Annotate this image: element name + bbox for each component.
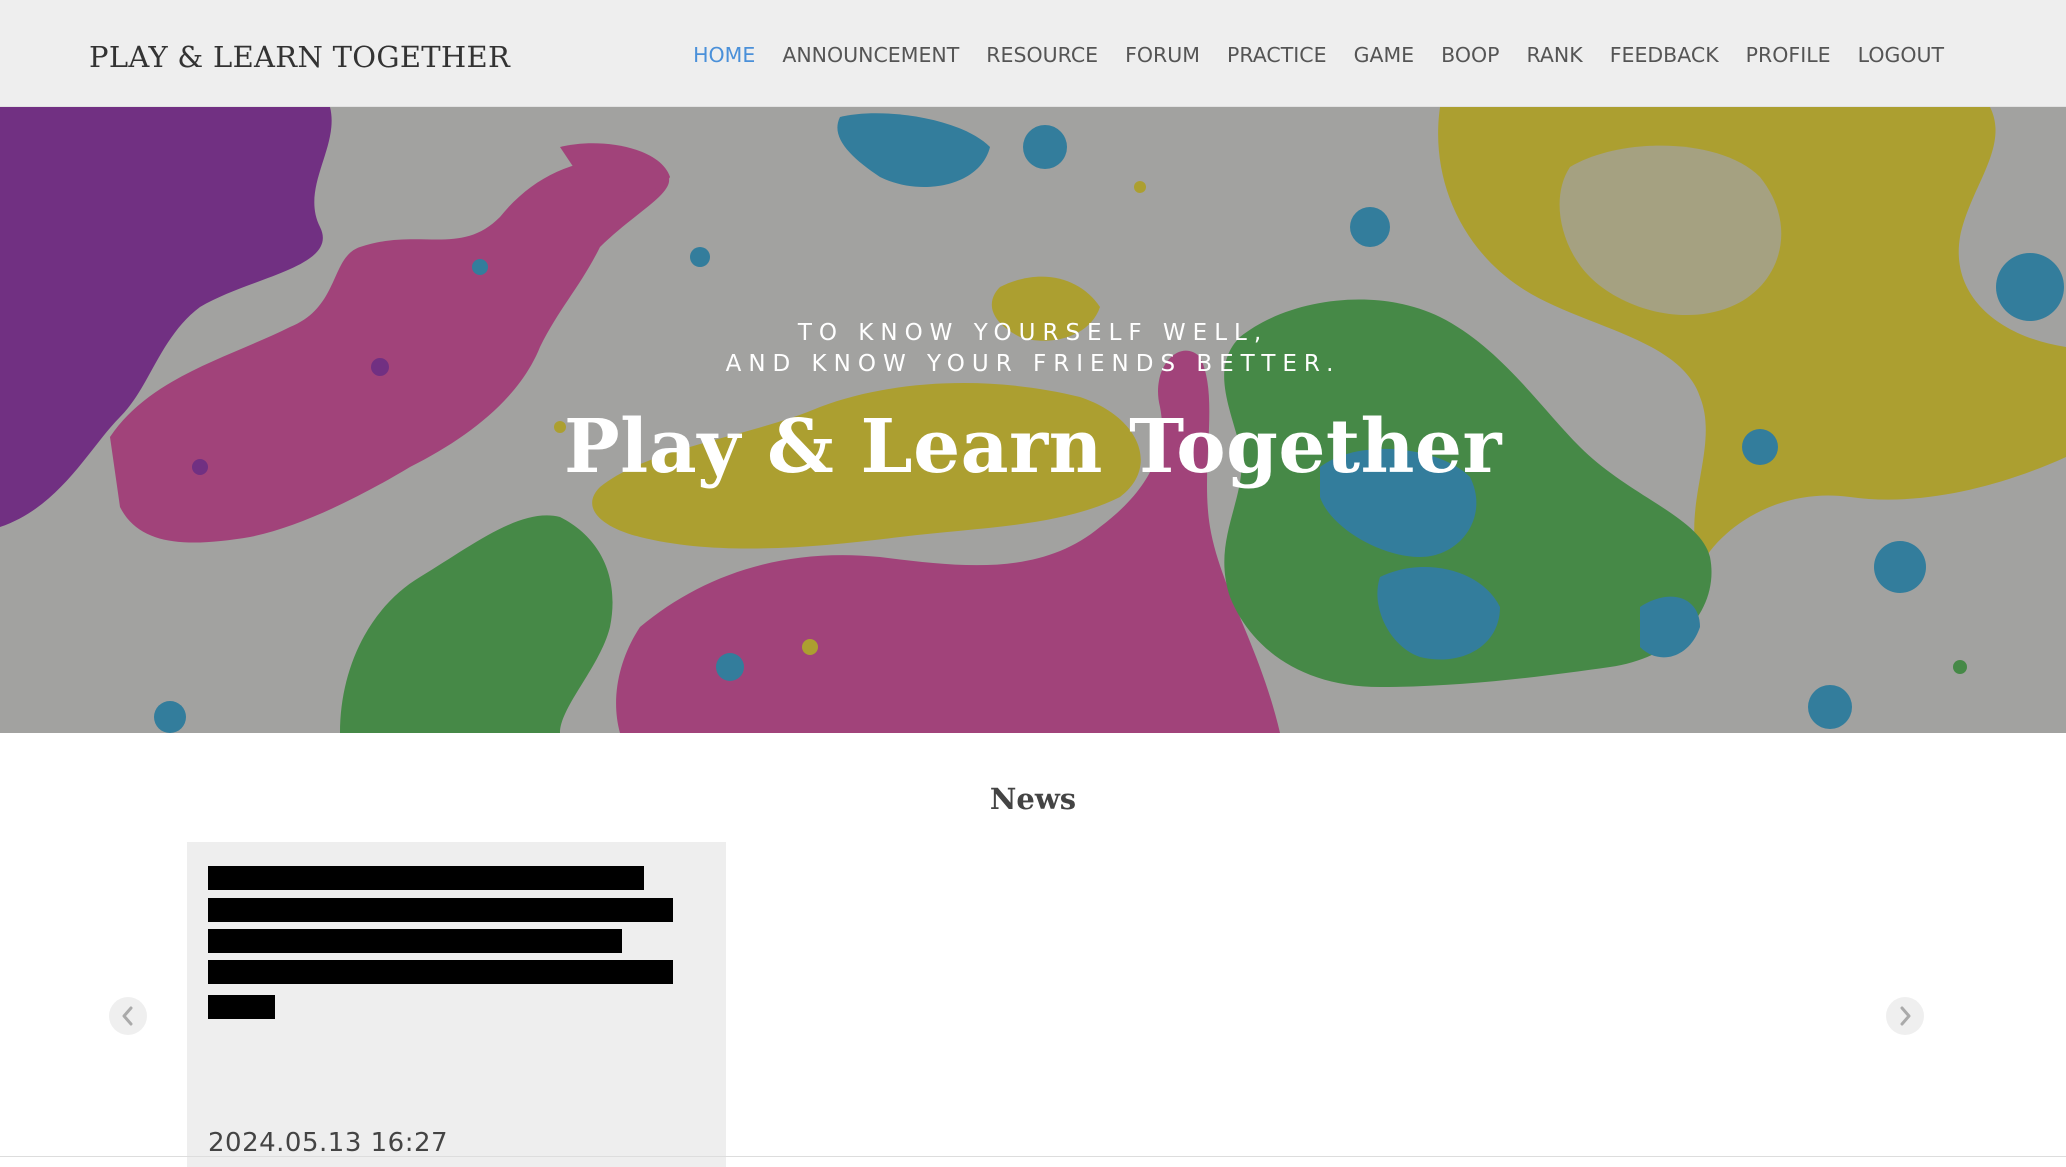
nav-item-game: GAME	[1340, 40, 1428, 70]
nav-link-resource[interactable]: RESOURCE	[973, 40, 1112, 70]
carousel-next-button[interactable]	[1886, 997, 1924, 1035]
hero-tagline-line-1: TO KNOW YOURSELF WELL,	[797, 320, 1269, 346]
nav-link-profile[interactable]: PROFILE	[1732, 40, 1844, 70]
nav-item-practice: PRACTICE	[1213, 40, 1340, 70]
nav-link-logout[interactable]: LOGOUT	[1844, 40, 1944, 70]
nav-link-home[interactable]: HOME	[680, 40, 769, 70]
news-heading: News	[989, 782, 1077, 816]
hero-title: Play & Learn Together	[564, 404, 1502, 490]
top-navbar: PLAY & LEARN TOGETHER HOME ANNOUNCEMENT …	[0, 0, 2066, 107]
nav-link-rank[interactable]: RANK	[1513, 40, 1596, 70]
news-card-date: 2024.05.13 16:27	[208, 1128, 449, 1158]
redacted-news-text	[208, 960, 673, 984]
divider	[0, 1156, 2066, 1157]
hero-tagline-line-2: AND KNOW YOUR FRIENDS BETTER.	[725, 351, 1341, 377]
chevron-right-icon	[1900, 1006, 1911, 1026]
carousel-prev-button[interactable]	[109, 997, 147, 1035]
nav-item-logout: LOGOUT	[1844, 40, 1944, 70]
redacted-news-text	[208, 866, 644, 890]
nav-item-feedback: FEEDBACK	[1596, 40, 1732, 70]
news-card[interactable]: 2024.05.13 16:27	[187, 842, 726, 1167]
nav-link-feedback[interactable]: FEEDBACK	[1596, 40, 1732, 70]
nav-item-rank: RANK	[1513, 40, 1596, 70]
nav-item-announcement: ANNOUNCEMENT	[769, 40, 973, 70]
nav-item-resource: RESOURCE	[973, 40, 1112, 70]
nav-link-forum[interactable]: FORUM	[1112, 40, 1214, 70]
brand-logo-link[interactable]: PLAY & LEARN TOGETHER	[89, 40, 510, 74]
nav-link-game[interactable]: GAME	[1340, 40, 1428, 70]
redacted-news-text	[208, 995, 275, 1019]
nav-link-announcement[interactable]: ANNOUNCEMENT	[769, 40, 973, 70]
nav-item-boop: BOOP	[1428, 40, 1513, 70]
hero-banner: TO KNOW YOURSELF WELL, AND KNOW YOUR FRI…	[0, 107, 2066, 733]
main-nav: HOME ANNOUNCEMENT RESOURCE FORUM PRACTIC…	[693, 40, 1944, 70]
chevron-left-icon	[122, 1006, 133, 1026]
nav-link-practice[interactable]: PRACTICE	[1213, 40, 1340, 70]
redacted-news-text	[208, 929, 622, 953]
nav-item-home: HOME	[680, 40, 769, 70]
nav-item-forum: FORUM	[1112, 40, 1214, 70]
nav-item-profile: PROFILE	[1732, 40, 1844, 70]
redacted-news-text	[208, 898, 673, 922]
nav-link-boop[interactable]: BOOP	[1428, 40, 1513, 70]
